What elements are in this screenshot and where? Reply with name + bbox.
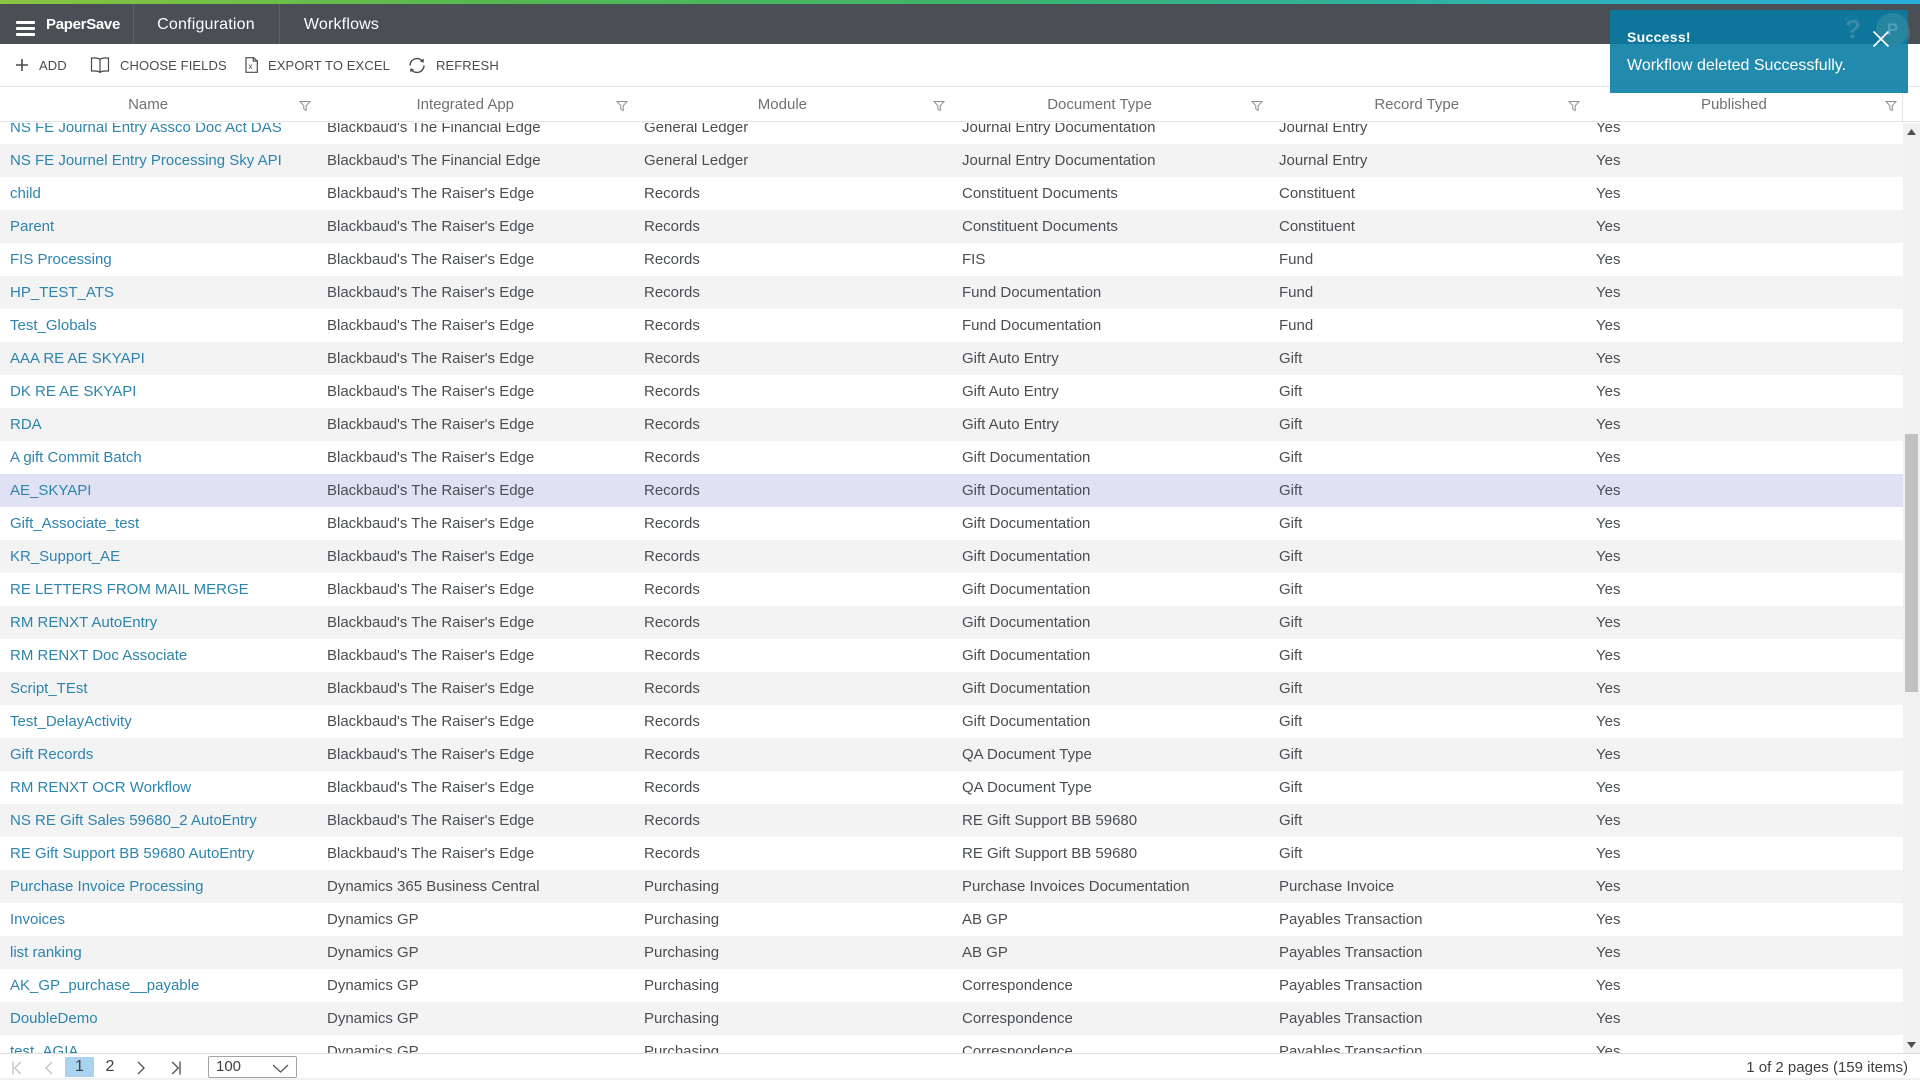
- svg-text:x: x: [248, 61, 253, 71]
